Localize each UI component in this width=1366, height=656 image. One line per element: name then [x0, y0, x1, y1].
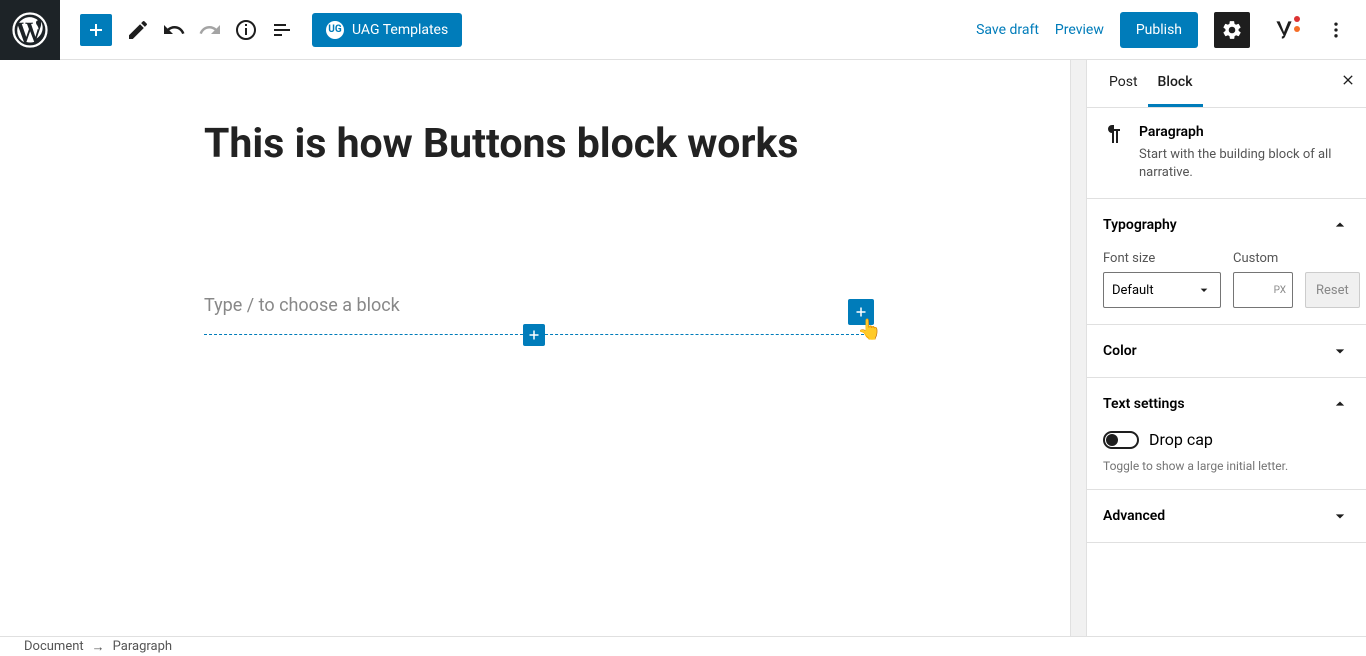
font-size-label: Font size	[1103, 251, 1221, 266]
paragraph-placeholder: Type / to choose a block	[204, 289, 864, 322]
uag-badge: UG	[326, 21, 344, 39]
typography-header[interactable]: Typography	[1087, 199, 1366, 251]
uag-templates-button[interactable]: UG UAG Templates	[312, 13, 462, 47]
add-block-button[interactable]	[80, 14, 112, 46]
chevron-down-icon	[1196, 282, 1212, 298]
breadcrumb-arrow: →	[92, 639, 105, 655]
publish-button[interactable]: Publish	[1120, 12, 1198, 48]
color-header[interactable]: Color	[1087, 325, 1366, 377]
block-description: Start with the building block of all nar…	[1139, 146, 1350, 182]
chevron-down-icon	[1330, 341, 1350, 361]
chevron-down-icon	[1330, 506, 1350, 526]
save-draft-button[interactable]: Save draft	[976, 22, 1039, 38]
insert-block-center-button[interactable]	[523, 324, 545, 346]
text-settings-panel: Text settings Drop cap Toggle to show a …	[1087, 378, 1366, 490]
more-options-button[interactable]	[1318, 12, 1354, 48]
wordpress-logo[interactable]	[0, 0, 60, 60]
preview-button[interactable]: Preview	[1055, 22, 1104, 38]
top-toolbar: UG UAG Templates Save draft Preview Publ…	[0, 0, 1366, 60]
custom-label: Custom	[1233, 251, 1293, 266]
block-info: Paragraph Start with the building block …	[1087, 108, 1366, 199]
breadcrumb: Document → Paragraph	[0, 636, 1366, 656]
uag-label: UAG Templates	[352, 22, 448, 38]
redo-icon[interactable]	[192, 12, 228, 48]
font-size-select[interactable]: Default	[1103, 272, 1221, 308]
settings-button[interactable]	[1214, 12, 1250, 48]
edit-icon[interactable]	[120, 12, 156, 48]
toolbar-left: UG UAG Templates	[60, 12, 462, 48]
breadcrumb-document[interactable]: Document	[24, 639, 84, 654]
chevron-up-icon	[1330, 394, 1350, 414]
paragraph-block[interactable]: Type / to choose a block 👆	[204, 289, 864, 335]
tab-post[interactable]: Post	[1099, 60, 1148, 107]
toolbar-right: Save draft Preview Publish	[976, 12, 1366, 48]
drop-cap-help: Toggle to show a large initial letter.	[1103, 459, 1350, 473]
chevron-up-icon	[1330, 215, 1350, 235]
vertical-scrollbar[interactable]	[1070, 60, 1086, 636]
drop-cap-toggle[interactable]	[1103, 431, 1139, 449]
reset-button[interactable]: Reset	[1305, 272, 1360, 308]
typography-panel: Typography Font size Default Custom	[1087, 199, 1366, 325]
block-title: Paragraph	[1139, 124, 1350, 140]
text-settings-header[interactable]: Text settings	[1087, 378, 1366, 430]
custom-font-size-input[interactable]: PX	[1233, 272, 1293, 308]
close-sidebar-button[interactable]	[1340, 72, 1356, 92]
paragraph-icon	[1103, 124, 1127, 148]
color-panel: Color	[1087, 325, 1366, 378]
breadcrumb-current[interactable]: Paragraph	[113, 639, 172, 654]
info-icon[interactable]	[228, 12, 264, 48]
editor-canvas[interactable]: This is how Buttons block works Type / t…	[0, 60, 1070, 636]
insert-block-right-button[interactable]	[848, 299, 874, 325]
block-insert-divider: 👆	[204, 334, 864, 335]
yoast-button[interactable]	[1266, 12, 1302, 48]
outline-icon[interactable]	[264, 12, 300, 48]
undo-icon[interactable]	[156, 12, 192, 48]
advanced-header[interactable]: Advanced	[1087, 490, 1366, 542]
drop-cap-label: Drop cap	[1149, 430, 1213, 449]
advanced-panel: Advanced	[1087, 490, 1366, 543]
sidebar-tabs: Post Block	[1087, 60, 1366, 108]
main-area: This is how Buttons block works Type / t…	[0, 60, 1366, 636]
settings-sidebar: Post Block Paragraph Start with the buil…	[1086, 60, 1366, 636]
tab-block[interactable]: Block	[1148, 60, 1203, 107]
post-title[interactable]: This is how Buttons block works	[204, 120, 864, 169]
